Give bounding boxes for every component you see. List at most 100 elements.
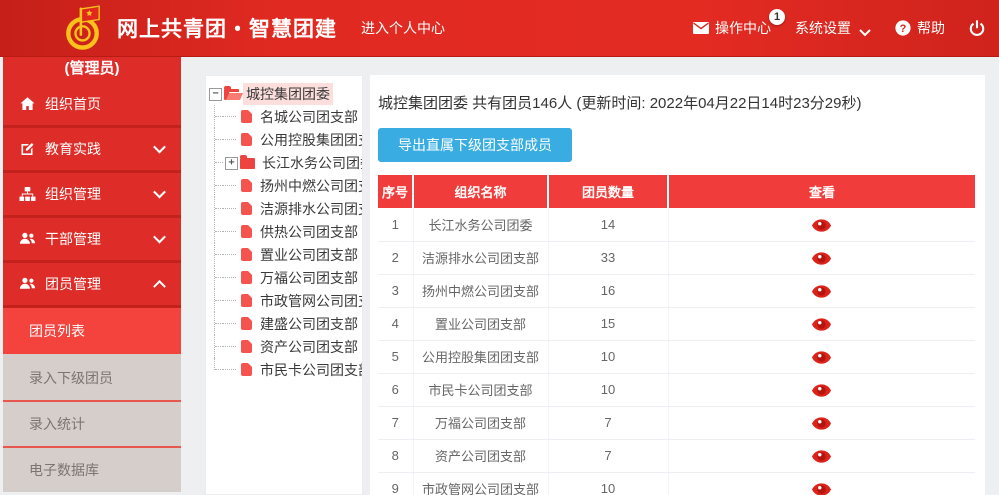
tree-expander-icon[interactable]	[223, 151, 239, 174]
tree-node[interactable]: 资产公司团支部	[207, 335, 362, 358]
tree-node[interactable]: 供热公司团支部	[207, 220, 362, 243]
view-cell	[668, 472, 975, 495]
view-eye-button[interactable]	[812, 450, 831, 463]
org-name-cell: 洁源排水公司团支部	[413, 241, 548, 274]
tree-connector-line	[207, 358, 223, 381]
row-number-cell: 5	[378, 340, 413, 373]
view-eye-button[interactable]	[812, 483, 831, 495]
tree-expander-icon[interactable]	[223, 174, 239, 197]
org-name-cell: 市政管网公司团支部	[413, 472, 548, 495]
sidebar-submenu-item[interactable]: 电子数据库	[3, 446, 181, 492]
table-row: 5 公用控股集团团支部 10	[378, 340, 975, 373]
tree-node[interactable]: 市民卡公司团支部	[207, 358, 362, 381]
sidebar-item-label: 教育实践	[45, 139, 101, 159]
view-eye-button[interactable]	[812, 219, 831, 232]
tree-expander-icon[interactable]	[223, 243, 239, 266]
tree-node[interactable]: 置业公司团支部	[207, 243, 362, 266]
chevron-icon	[155, 279, 165, 289]
view-eye-button[interactable]	[812, 417, 831, 430]
sidebar-item-icon	[19, 96, 36, 112]
view-eye-button[interactable]	[812, 318, 831, 331]
tree-expander-icon[interactable]	[223, 105, 239, 128]
tree-node[interactable]: 市政管网公司团支部	[207, 289, 362, 312]
logout-power-button[interactable]	[969, 20, 985, 36]
table-row: 3 扬州中燃公司团支部 16	[378, 274, 975, 307]
export-members-button[interactable]: 导出直属下级团支部成员	[378, 128, 572, 162]
table-row: 1 长江水务公司团委 14	[378, 208, 975, 241]
tree-expander-icon[interactable]	[223, 312, 239, 335]
sidebar-submenu-item[interactable]: 团员列表	[3, 308, 181, 354]
tree-node-icon	[241, 202, 252, 215]
help-label: 帮助	[917, 18, 945, 38]
tree-node-label[interactable]: 市政管网公司团支部	[257, 290, 362, 312]
sidebar-nav-item[interactable]: 组织首页	[3, 83, 181, 128]
members-table: 序号组织名称团员数量查看 1 长江水务公司团委 14	[378, 175, 975, 495]
tree-node[interactable]: 建盛公司团支部	[207, 312, 362, 335]
sidebar-submenu-item[interactable]: 录入下级团员	[3, 354, 181, 400]
tree-node[interactable]: 扬州中燃公司团支部	[207, 174, 362, 197]
tree-node[interactable]: 城控集团团委	[207, 82, 362, 105]
system-settings-menu[interactable]: 系统设置	[795, 18, 871, 38]
sidebar-nav-item[interactable]: 干部管理	[3, 218, 181, 263]
tree-node-label[interactable]: 置业公司团支部	[257, 244, 361, 266]
tree-node[interactable]: 公用控股集团团支部	[207, 128, 362, 151]
tree-expander-icon[interactable]	[223, 358, 239, 381]
members-table-header-cell: 序号	[378, 175, 413, 208]
tree-node[interactable]: 万福公司团支部	[207, 266, 362, 289]
action-center-menu[interactable]: 操作中心 1	[693, 18, 771, 38]
view-eye-button[interactable]	[812, 351, 831, 364]
org-name-cell: 公用控股集团团支部	[413, 340, 548, 373]
tree-node-label[interactable]: 城控集团团委	[243, 83, 333, 105]
sidebar-nav: 组织首页 教育实践 组织管理 干部管理	[3, 83, 181, 308]
tree-node-label[interactable]: 市民卡公司团支部	[257, 359, 362, 381]
sidebar-nav-item[interactable]: 团员管理	[3, 263, 181, 308]
tree-expander-icon[interactable]	[223, 335, 239, 358]
sidebar-item-label: 团员管理	[45, 274, 101, 294]
row-number-cell: 6	[378, 373, 413, 406]
tree-node-label[interactable]: 建盛公司团支部	[257, 313, 361, 335]
tree-node-label[interactable]: 供热公司团支部	[257, 221, 361, 243]
tree-connector-line	[207, 220, 223, 243]
tree-expander-icon[interactable]	[223, 289, 239, 312]
help-menu[interactable]: ? 帮助	[895, 18, 945, 38]
tree-node-icon	[241, 179, 252, 192]
table-row: 7 万福公司团支部 7	[378, 406, 975, 439]
table-row: 4 置业公司团支部 15	[378, 307, 975, 340]
tree-node[interactable]: 名城公司团支部	[207, 105, 362, 128]
row-number-cell: 3	[378, 274, 413, 307]
tree-node-label[interactable]: 长江水务公司团委	[259, 152, 362, 174]
table-row: 6 市民卡公司团支部 10	[378, 373, 975, 406]
tree-expander-icon[interactable]	[223, 197, 239, 220]
row-number-cell: 7	[378, 406, 413, 439]
tree-node-label[interactable]: 洁源排水公司团支部	[257, 198, 362, 220]
sidebar-item-label: 干部管理	[45, 229, 101, 249]
view-eye-button[interactable]	[812, 285, 831, 298]
sidebar-nav-item[interactable]: 教育实践	[3, 128, 181, 173]
view-eye-button[interactable]	[812, 384, 831, 397]
top-header-bar: 网上共青团・智慧团建 进入个人中心 操作中心 1 系统设置 ? 帮助	[0, 0, 999, 57]
tree-node[interactable]: 洁源排水公司团支部	[207, 197, 362, 220]
notification-badge[interactable]: 1	[769, 9, 785, 25]
view-eye-button[interactable]	[812, 252, 831, 265]
tree-node-label[interactable]: 扬州中燃公司团支部	[257, 175, 362, 197]
tree-node-label[interactable]: 名城公司团支部	[257, 106, 361, 128]
member-count-cell: 7	[548, 406, 668, 439]
tree-expander-icon[interactable]	[223, 128, 239, 151]
tree-node[interactable]: 长江水务公司团委	[207, 151, 362, 174]
tree-node-label[interactable]: 公用控股集团团支部	[257, 129, 362, 151]
tree-node-label[interactable]: 万福公司团支部	[257, 267, 361, 289]
enter-personal-center-link[interactable]: 进入个人中心	[361, 18, 445, 38]
tree-node-label[interactable]: 资产公司团支部	[257, 336, 361, 358]
tree-expander-icon[interactable]	[207, 82, 223, 105]
row-number-cell: 8	[378, 439, 413, 472]
table-row: 8 资产公司团支部 7	[378, 439, 975, 472]
sidebar-nav-item[interactable]: 组织管理	[3, 173, 181, 218]
sidebar-submenu-item[interactable]: 录入统计	[3, 400, 181, 446]
tree-expander-icon[interactable]	[223, 266, 239, 289]
tree-node-icon	[241, 271, 252, 284]
system-settings-label: 系统设置	[795, 18, 851, 38]
tree-expander-icon[interactable]	[223, 220, 239, 243]
tree-connector-line	[207, 243, 223, 266]
tree-node-icon	[241, 363, 252, 376]
view-cell	[668, 241, 975, 274]
